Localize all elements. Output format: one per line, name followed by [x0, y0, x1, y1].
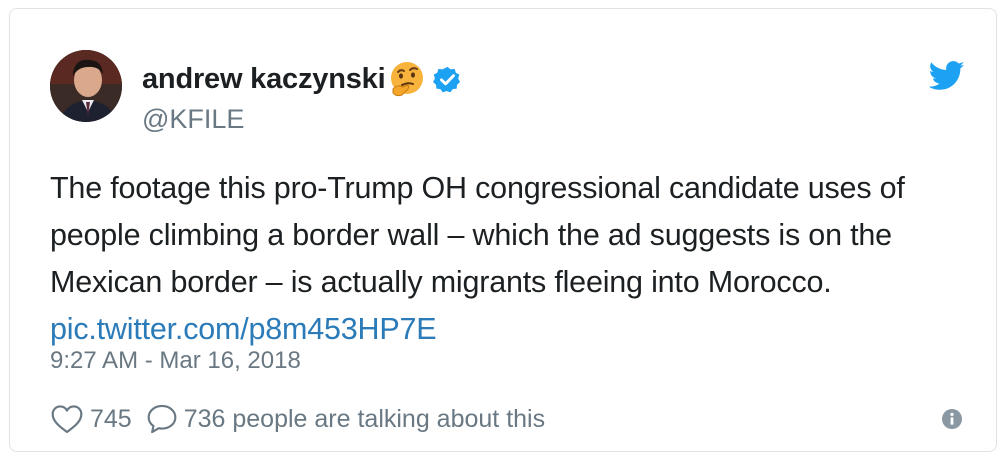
heart-outline-icon — [51, 405, 83, 434]
tweet-text-line: The footage this pro-Trump OH congressio… — [50, 171, 905, 205]
conversation-button[interactable]: 736 people are talking about this — [146, 403, 545, 435]
tweet-actions: 745 736 people are talking about this — [50, 401, 545, 437]
conversation-text: 736 people are talking about this — [183, 404, 546, 433]
tweet-timestamp[interactable]: 9:27 AM - Mar 16, 2018 — [50, 347, 301, 375]
thinking-face-emoji — [391, 62, 424, 97]
tweet-media-link[interactable]: pic.twitter.com/p8m453HP7E — [50, 312, 437, 346]
like-button[interactable]: 745 — [50, 404, 132, 434]
info-circle-icon[interactable] — [941, 408, 963, 430]
author-name-row: andrew kaczynski — [142, 59, 462, 99]
tweet-text-line: people climbing a border wall – which th… — [50, 218, 892, 252]
author-handle[interactable]: @KFILE — [142, 104, 244, 135]
tweet-text: The footage this pro-Trump OH congressio… — [50, 165, 980, 353]
author-name[interactable]: andrew kaczynski — [142, 63, 386, 96]
verified-badge-icon — [433, 66, 461, 92]
avatar[interactable] — [50, 50, 122, 122]
speech-bubble-icon — [147, 404, 177, 434]
twitter-bird-icon[interactable] — [929, 61, 965, 91]
tweet-card: andrew kaczynski @KFILE The footage this… — [9, 8, 997, 452]
like-count: 745 — [90, 404, 132, 433]
tweet-text-line: Mexican border – is actually migrants fl… — [50, 265, 832, 299]
